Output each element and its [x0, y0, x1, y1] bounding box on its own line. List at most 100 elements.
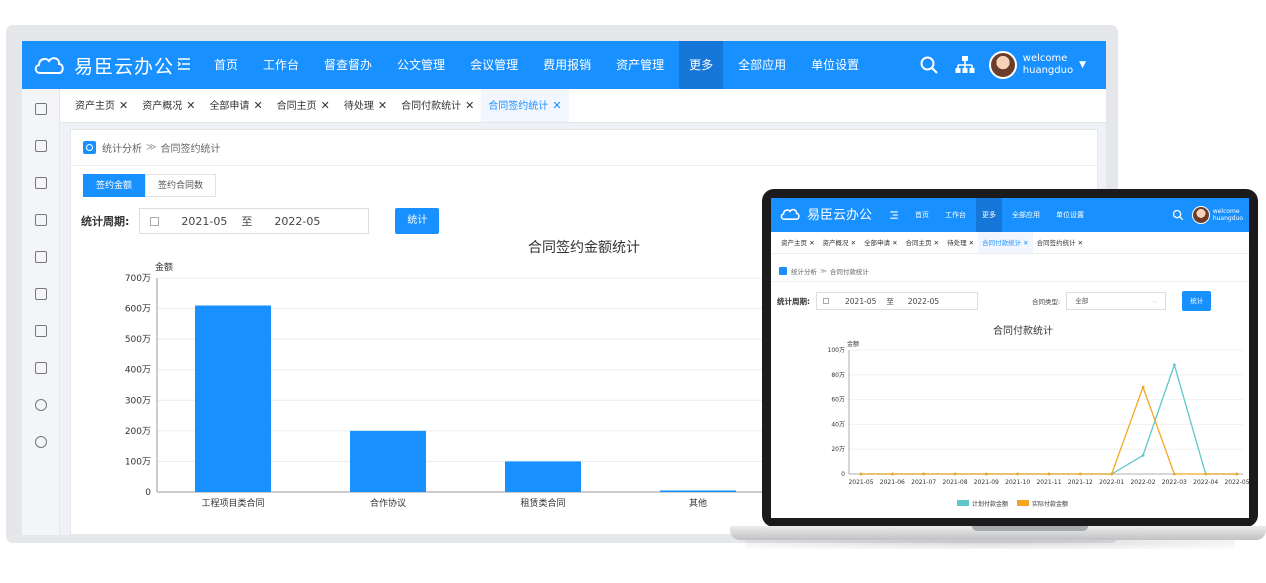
- laptop-nav-item[interactable]: 首页: [909, 198, 935, 232]
- laptop-date-to[interactable]: 2022-05: [908, 297, 939, 306]
- close-icon[interactable]: ✕: [378, 99, 387, 112]
- nav-item[interactable]: 费用报销: [533, 41, 601, 89]
- close-icon[interactable]: ✕: [119, 99, 128, 112]
- laptop-nav-item[interactable]: 更多: [976, 198, 1002, 232]
- app-logo[interactable]: 易臣云办公: [32, 50, 174, 80]
- nav-item[interactable]: 单位设置: [801, 41, 869, 89]
- nav-item[interactable]: 工作台: [253, 41, 309, 89]
- copyright-icon[interactable]: [35, 436, 47, 448]
- series-point[interactable]: [1047, 472, 1051, 476]
- nav-item[interactable]: 资产管理: [606, 41, 674, 89]
- laptop-search-icon[interactable]: [1172, 209, 1184, 221]
- legend-label[interactable]: 计划付款金额: [972, 500, 1008, 508]
- legend-swatch[interactable]: [957, 500, 969, 506]
- series-point[interactable]: [890, 472, 894, 476]
- close-icon[interactable]: ✕: [253, 99, 262, 112]
- grid-icon[interactable]: [35, 288, 47, 300]
- page-tab[interactable]: 待处理 ✕: [337, 89, 394, 122]
- laptop-nav-item[interactable]: 全部应用: [1006, 198, 1046, 232]
- date-to[interactable]: 2022-05: [274, 215, 320, 228]
- clock-icon[interactable]: [35, 399, 47, 411]
- user-greeting[interactable]: welcome huangduo: [1023, 53, 1073, 77]
- laptop-date-from[interactable]: 2021-05: [845, 297, 876, 306]
- bar[interactable]: [195, 305, 271, 492]
- page-tab[interactable]: 资产主页 ✕: [68, 89, 135, 122]
- date-from[interactable]: 2021-05: [181, 215, 227, 228]
- search-icon[interactable]: [919, 55, 939, 75]
- laptop-close-icon[interactable]: ✕: [932, 239, 939, 247]
- menu-toggle-icon[interactable]: [176, 56, 192, 72]
- archive-icon[interactable]: [35, 362, 47, 374]
- bar[interactable]: [350, 430, 426, 492]
- metric-tab[interactable]: 签约金额: [83, 174, 146, 197]
- nav-item[interactable]: 公文管理: [387, 41, 455, 89]
- bar[interactable]: [505, 461, 581, 492]
- nav-item[interactable]: 全部应用: [728, 41, 796, 89]
- form-icon[interactable]: [35, 177, 47, 189]
- laptop-page-tab[interactable]: 合同付款统计 ✕: [978, 232, 1033, 253]
- laptop-stats-button[interactable]: 统计: [1182, 291, 1212, 311]
- laptop-close-icon[interactable]: ✕: [849, 239, 856, 247]
- laptop-menu-toggle-icon[interactable]: [889, 210, 899, 220]
- legend-swatch[interactable]: [1017, 500, 1029, 506]
- series-point[interactable]: [1172, 472, 1176, 476]
- laptop-avatar[interactable]: [1191, 206, 1210, 224]
- laptop-page-tab[interactable]: 待处理 ✕: [943, 232, 978, 253]
- laptop-page-tab[interactable]: 合同签约统计 ✕: [1033, 232, 1088, 253]
- page-tab[interactable]: 全部申请 ✕: [202, 89, 269, 122]
- note-icon[interactable]: [35, 214, 47, 226]
- close-icon[interactable]: ✕: [465, 99, 474, 112]
- report-icon[interactable]: [35, 140, 47, 152]
- laptop-close-icon[interactable]: ✕: [1076, 239, 1083, 247]
- series-point[interactable]: [922, 472, 926, 476]
- series-point[interactable]: [1235, 472, 1239, 476]
- calculator-icon[interactable]: [35, 251, 47, 263]
- laptop-close-icon[interactable]: ✕: [890, 239, 897, 247]
- series-point[interactable]: [1141, 385, 1145, 389]
- laptop-app-logo[interactable]: 易臣云办公: [779, 204, 872, 223]
- close-icon[interactable]: ✕: [552, 99, 561, 112]
- series-point[interactable]: [1172, 363, 1176, 367]
- laptop-date-range-picker[interactable]: 2021-05 至 2022-05: [816, 292, 978, 310]
- page-tab[interactable]: 合同付款统计 ✕: [394, 89, 481, 122]
- nav-item[interactable]: 会议管理: [460, 41, 528, 89]
- laptop-close-icon[interactable]: ✕: [807, 239, 814, 247]
- page-tab[interactable]: 资产概况 ✕: [135, 89, 202, 122]
- close-icon[interactable]: ✕: [186, 99, 195, 112]
- laptop-page-tab[interactable]: 合同主页 ✕: [902, 232, 944, 253]
- series-point[interactable]: [859, 472, 863, 476]
- nav-item[interactable]: 更多: [679, 41, 724, 89]
- series-point[interactable]: [1141, 454, 1145, 457]
- laptop-user-greeting[interactable]: welcome huangduo: [1213, 208, 1243, 222]
- stats-button[interactable]: 统计: [395, 208, 440, 234]
- series-point[interactable]: [953, 472, 957, 476]
- laptop-page-tab[interactable]: 资产主页 ✕: [777, 232, 819, 253]
- metric-tab[interactable]: 签约合同数: [145, 174, 217, 197]
- series-point[interactable]: [1204, 472, 1208, 476]
- series-point[interactable]: [1110, 472, 1114, 476]
- people-icon[interactable]: [35, 325, 47, 337]
- laptop-breadcrumb-root[interactable]: 统计分析: [791, 266, 817, 276]
- document-icon[interactable]: [35, 103, 47, 115]
- series-point[interactable]: [1016, 472, 1020, 476]
- org-chart-icon[interactable]: [955, 55, 975, 75]
- laptop-page-tab[interactable]: 全部申请 ✕: [860, 232, 902, 253]
- user-menu-caret-icon[interactable]: ▼: [1079, 60, 1086, 70]
- avatar[interactable]: [988, 51, 1017, 79]
- close-icon[interactable]: ✕: [321, 99, 330, 112]
- page-tab[interactable]: 合同主页 ✕: [270, 89, 337, 122]
- bar[interactable]: [660, 490, 736, 492]
- date-range-picker[interactable]: 2021-05 至 2022-05: [139, 208, 370, 234]
- laptop-close-icon[interactable]: ✕: [1021, 239, 1028, 247]
- series-point[interactable]: [984, 472, 988, 476]
- nav-item[interactable]: 首页: [204, 41, 248, 89]
- laptop-nav-item[interactable]: 工作台: [939, 198, 972, 232]
- nav-item[interactable]: 督查督办: [314, 41, 382, 89]
- legend-label[interactable]: 实际付款金额: [1032, 500, 1068, 508]
- laptop-close-icon[interactable]: ✕: [967, 239, 974, 247]
- page-tab[interactable]: 合同签约统计 ✕: [481, 89, 569, 122]
- laptop-page-tab[interactable]: 资产概况 ✕: [819, 232, 861, 253]
- contract-type-select[interactable]: 全部 ⌵: [1066, 292, 1167, 310]
- laptop-nav-item[interactable]: 单位设置: [1050, 198, 1090, 232]
- series-point[interactable]: [1078, 472, 1082, 476]
